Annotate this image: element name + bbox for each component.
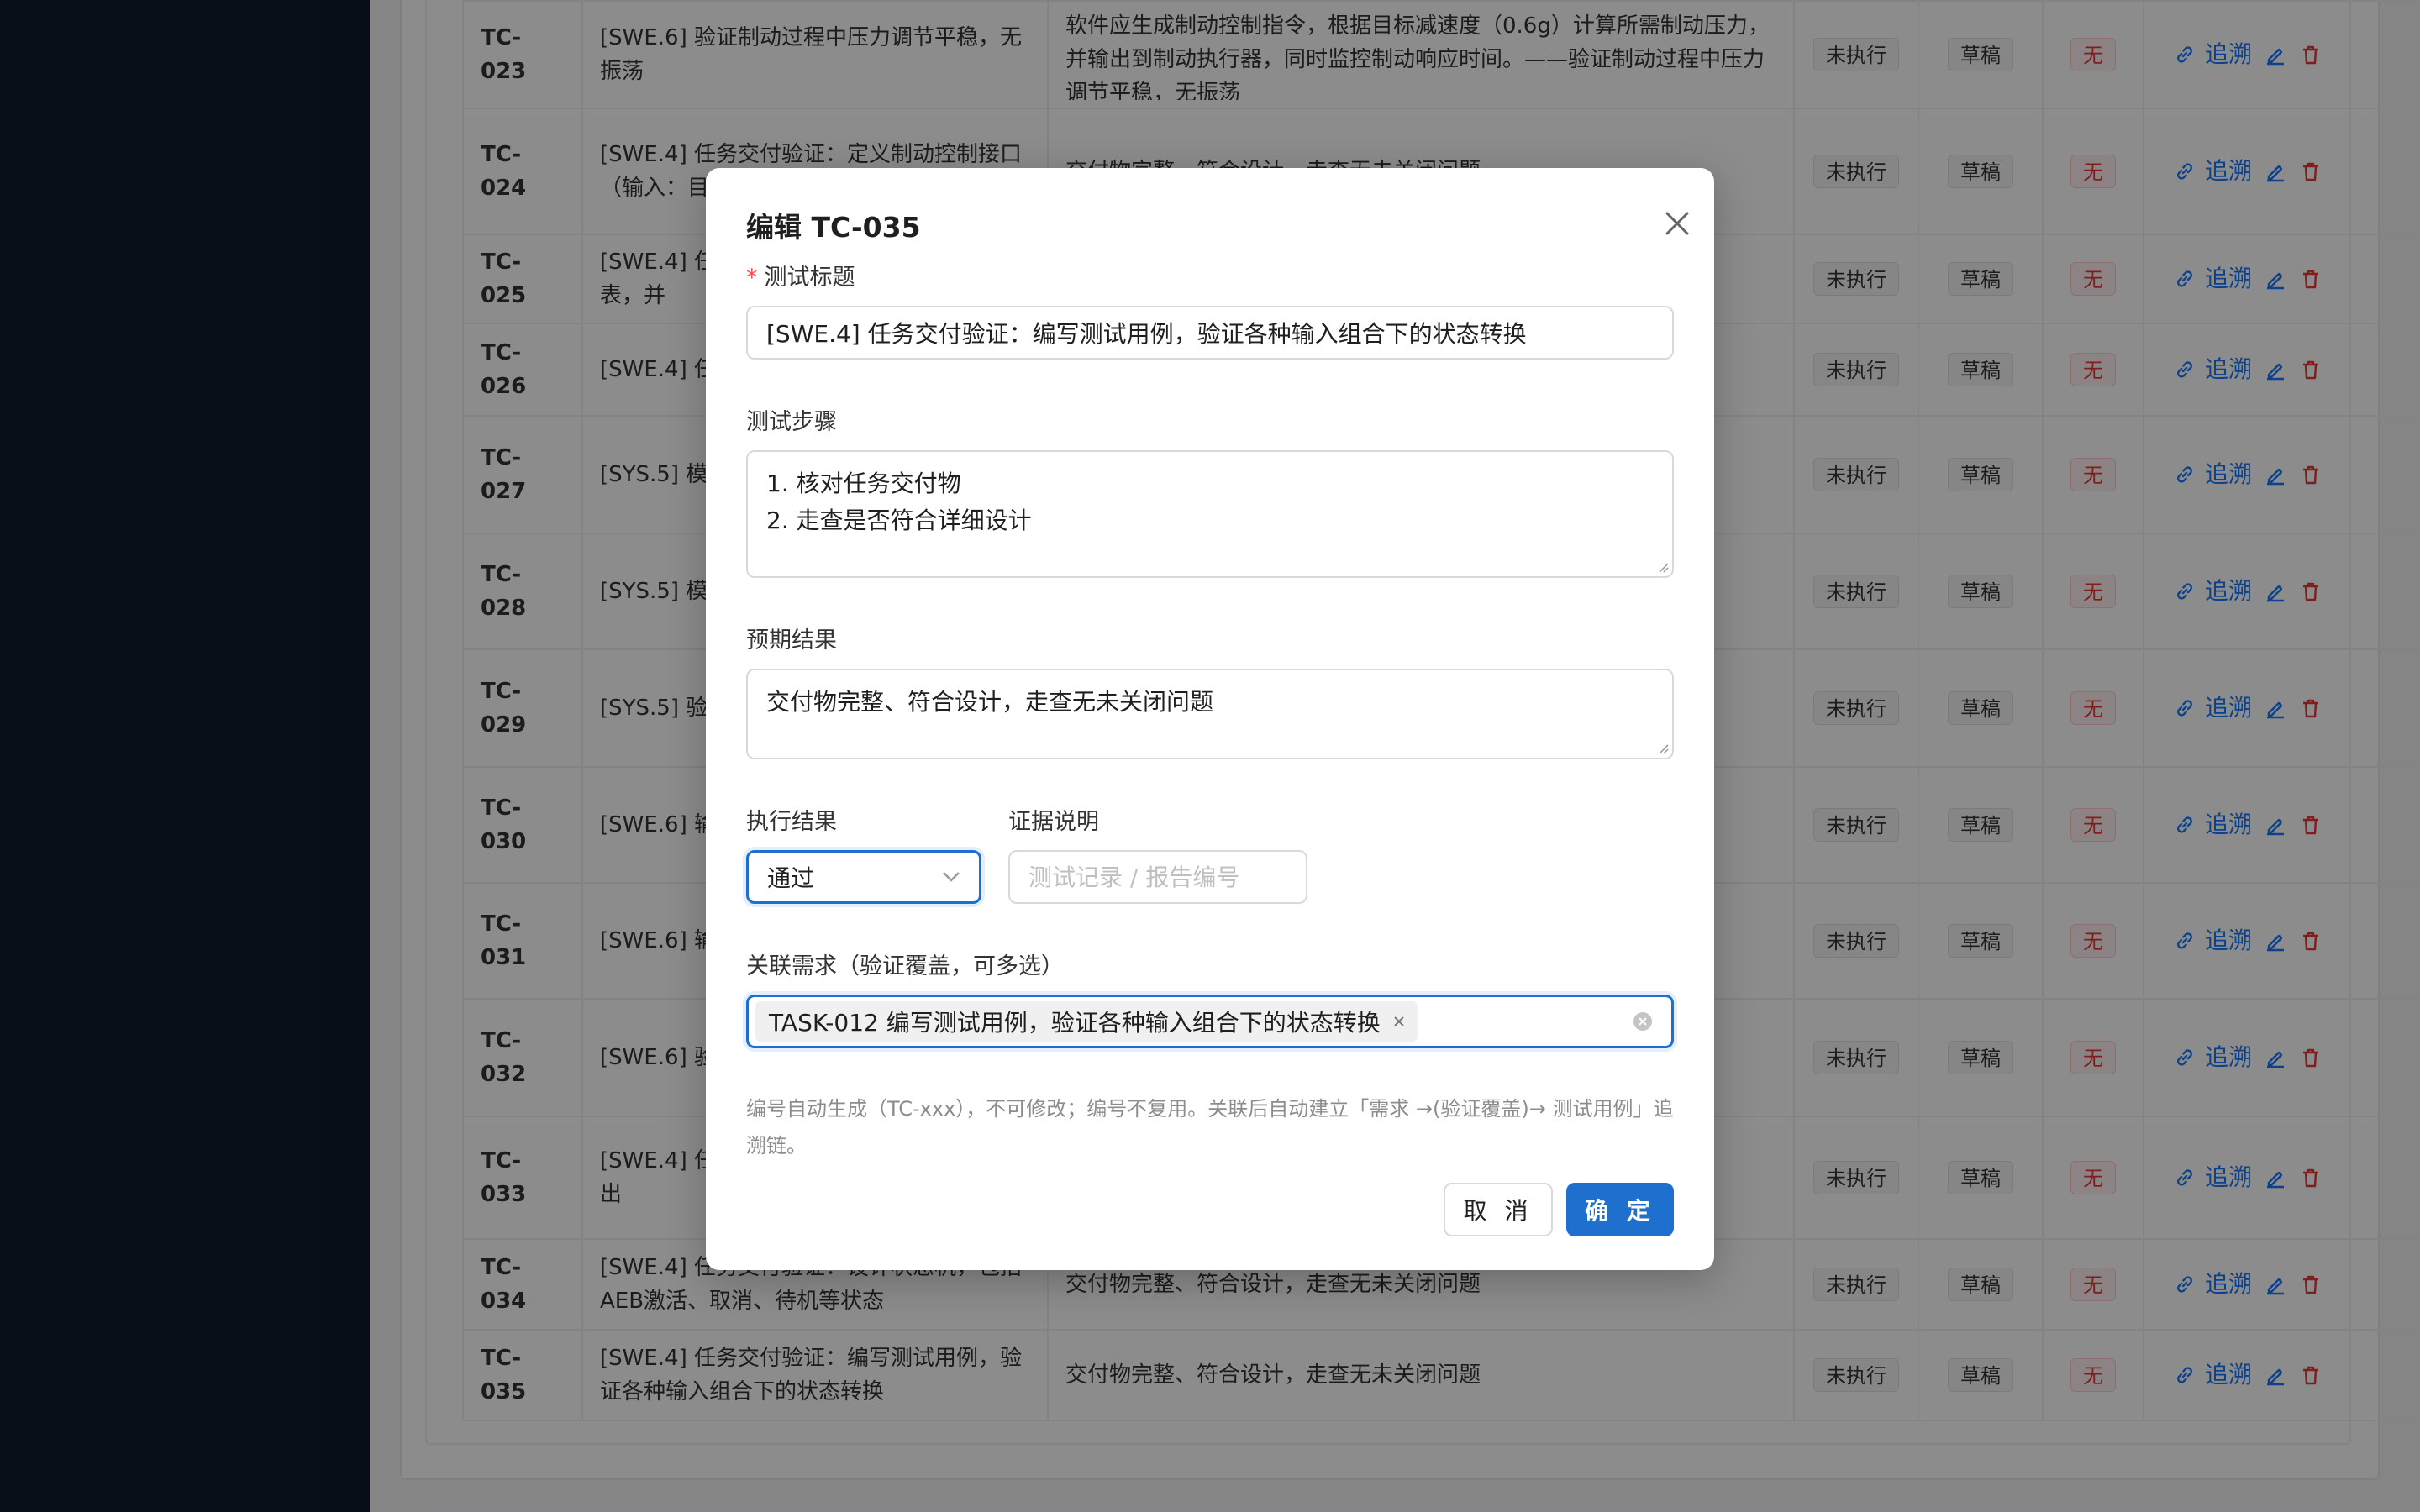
req-multi-select[interactable]: TASK-012 编写测试用例，验证各种输入组合下的状态转换 xyxy=(746,995,1674,1048)
exec-result-value: 通过 xyxy=(767,864,815,892)
edit-test-case-modal: 编辑 TC-035 *测试标题 测试步骤 1. 核对任务交付物 2. 走查是否符… xyxy=(706,168,1714,1270)
required-mark: * xyxy=(746,265,758,291)
expected-field-label: 预期结果 xyxy=(746,627,837,654)
steps-field-label: 测试步骤 xyxy=(746,409,837,435)
chip-close-icon[interactable] xyxy=(1392,1015,1406,1028)
evidence-input[interactable] xyxy=(1008,850,1307,904)
expected-text: 交付物完整、符合设计，走查无未关闭问题 xyxy=(766,688,1214,716)
steps-textarea[interactable]: 1. 核对任务交付物 2. 走查是否符合详细设计 xyxy=(746,450,1674,578)
modal-title: 编辑 TC-035 xyxy=(746,211,921,244)
req-chip-label: TASK-012 编写测试用例，验证各种输入组合下的状态转换 xyxy=(769,1009,1381,1037)
req-chip: TASK-012 编写测试用例，验证各种输入组合下的状态转换 xyxy=(755,1001,1418,1042)
close-icon xyxy=(1665,212,1689,235)
req-field-label: 关联需求（验证覆盖，可多选） xyxy=(746,953,1064,979)
expected-textarea[interactable]: 交付物完整、符合设计，走查无未关闭问题 xyxy=(746,669,1674,759)
exec-result-select[interactable]: 通过 xyxy=(746,850,981,904)
close-button[interactable] xyxy=(1652,198,1702,249)
resize-handle-icon[interactable] xyxy=(1657,743,1669,754)
exec-result-label: 执行结果 xyxy=(746,809,837,835)
title-input[interactable] xyxy=(746,306,1674,360)
steps-text: 1. 核对任务交付物 2. 走查是否符合详细设计 xyxy=(766,470,1032,534)
title-field-label: * 测试标题 xyxy=(746,259,855,291)
cancel-button[interactable]: 取 消 xyxy=(1444,1183,1553,1236)
clear-icon[interactable] xyxy=(1633,1011,1653,1032)
chevron-down-icon xyxy=(943,872,960,882)
evidence-label: 证据说明 xyxy=(1008,809,1099,835)
resize-handle-icon[interactable] xyxy=(1657,561,1669,573)
confirm-button[interactable]: 确 定 xyxy=(1566,1183,1674,1236)
title-label-text: 测试标题 xyxy=(764,265,855,291)
form-hint: 编号自动生成（TC-xxx），不可修改；编号不复用。关联后自动建立「需求 →(验… xyxy=(746,1097,1674,1158)
